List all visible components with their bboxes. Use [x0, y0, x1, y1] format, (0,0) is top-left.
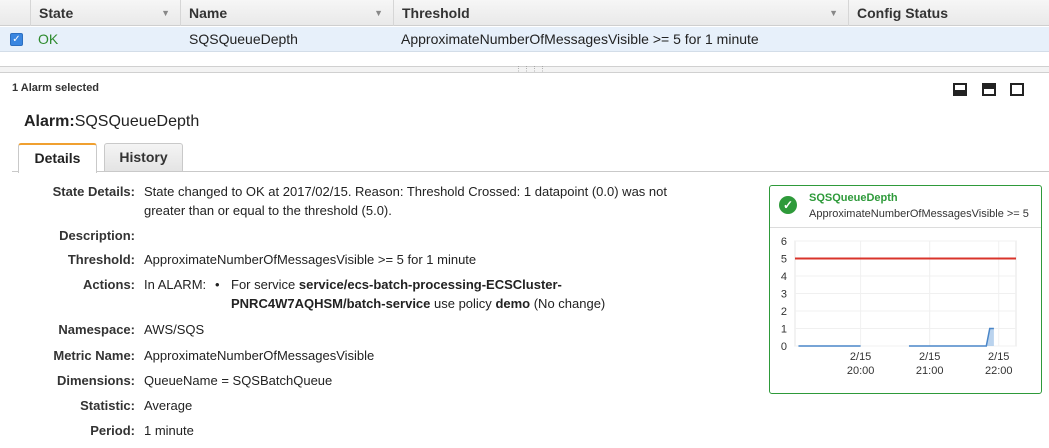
row-state: OK	[38, 31, 59, 47]
threshold-value: ApproximateNumberOfMessagesVisible >= 5 …	[144, 252, 477, 267]
dimensions-label: Dimensions:	[56, 373, 135, 388]
widget-title: SQSQueueDepth	[809, 192, 898, 204]
detail-toolbar: 1 Alarm selected	[0, 75, 1049, 101]
description-label: Description:	[59, 228, 135, 243]
column-header-label: Threshold	[402, 5, 470, 21]
column-header-label: Config Status	[857, 5, 948, 21]
column-header-label: Name	[189, 5, 228, 21]
column-header-label: State	[39, 5, 74, 21]
y-tick-label: 1	[781, 324, 787, 336]
series-line	[908, 327, 994, 347]
column-header-state[interactable]: State ▼	[30, 0, 180, 26]
sort-icon[interactable]: ▼	[829, 0, 838, 26]
alarm-chart: 0 1 2 3 4 5 6 2/15 20:00 2/15 21:00 2/15 22:00	[781, 236, 1017, 377]
sort-icon[interactable]: ▼	[374, 0, 383, 26]
metric-name-label: Metric Name:	[53, 348, 135, 363]
alarm-title-name: SQSQueueDepth	[74, 113, 200, 130]
series-area	[908, 328, 994, 346]
namespace-value: AWS/SQS	[144, 322, 205, 337]
threshold-label: Threshold:	[67, 252, 135, 267]
row-name: SQSQueueDepth	[189, 31, 298, 47]
actions-service-name-cont: PNRC4W7AQHSM/batch-service	[231, 296, 431, 311]
header-select-column	[0, 0, 30, 26]
metric-name-value: ApproximateNumberOfMessagesVisible	[144, 348, 375, 363]
row-checkbox[interactable]: ✓	[10, 33, 23, 46]
actions-in-alarm: In ALARM:	[144, 277, 207, 292]
actions-policy-suffix: (No change)	[530, 296, 606, 311]
alarm-table-header: State ▼ Name ▼ Threshold ▼ Config Status	[0, 0, 1049, 26]
y-tick-label: 0	[781, 341, 787, 353]
period-value: 1 minute	[144, 423, 194, 438]
alarm-title: Alarm:SQSQueueDepth	[24, 113, 199, 131]
namespace-label: Namespace:	[58, 322, 135, 337]
check-icon: ✓	[779, 196, 797, 214]
actions-line-2: PNRC4W7AQHSM/batch-service use policy de…	[231, 296, 605, 311]
column-header-threshold[interactable]: Threshold ▼	[393, 0, 848, 26]
layout-bottom-panel-icon[interactable]	[953, 83, 967, 96]
layout-maximize-icon[interactable]	[1010, 83, 1024, 96]
statistic-value: Average	[144, 398, 193, 413]
actions-policy-prefix: use policy	[430, 296, 496, 311]
drag-handle-icon[interactable]: ⋮⋮⋮⋮	[515, 66, 547, 73]
actions-label: Actions:	[83, 277, 135, 292]
layout-top-panel-icon[interactable]	[982, 83, 996, 96]
state-details-line-1: State changed to OK at 2017/02/15. Reaso…	[144, 184, 667, 199]
actions-line-1: For service service/ecs-batch-processing…	[231, 277, 562, 292]
state-details-line-2: greater than or equal to the threshold (…	[144, 203, 392, 218]
sort-icon[interactable]: ▼	[161, 0, 170, 26]
widget-subtitle: ApproximateNumberOfMessagesVisible >= 5	[809, 208, 1029, 220]
x-tick-time: 22:00	[985, 365, 1013, 377]
x-tick-date: 2/15	[850, 351, 871, 363]
y-tick-label: 6	[781, 236, 787, 248]
x-tick-date: 2/15	[988, 351, 1009, 363]
x-tick-date: 2/15	[919, 351, 940, 363]
y-tick-label: 5	[781, 254, 787, 266]
column-header-config-status[interactable]: Config Status	[848, 0, 1049, 26]
selection-count: 1 Alarm selected	[12, 82, 100, 94]
widget-header: ✓ SQSQueueDepth ApproximateNumberOfMessa…	[770, 186, 1041, 228]
table-row[interactable]: ✓ OK SQSQueueDepth ApproximateNumberOfMe…	[0, 27, 1049, 52]
panel-splitter[interactable]: ⋮⋮⋮⋮	[0, 66, 1049, 73]
statistic-label: Statistic:	[80, 398, 135, 413]
actions-bullet: •	[215, 277, 220, 292]
x-tick-time: 21:00	[916, 365, 944, 377]
row-threshold: ApproximateNumberOfMessagesVisible >= 5 …	[401, 31, 759, 47]
column-header-name[interactable]: Name ▼	[180, 0, 393, 26]
tab-divider	[12, 171, 1049, 172]
tab-history[interactable]: History	[104, 143, 183, 171]
tab-details[interactable]: Details	[18, 143, 97, 173]
alarm-title-prefix: Alarm:	[24, 113, 75, 130]
y-tick-label: 4	[781, 271, 787, 283]
state-details-label: State Details:	[52, 184, 135, 199]
y-tick-label: 3	[781, 289, 787, 301]
x-tick-time: 20:00	[847, 365, 875, 377]
y-tick-label: 2	[781, 306, 787, 318]
period-label: Period:	[90, 423, 135, 438]
dimensions-value: QueueName = SQSBatchQueue	[144, 373, 333, 388]
actions-service-name: service/ecs-batch-processing-ECSCluster-	[298, 277, 562, 292]
actions-policy-name: demo	[495, 296, 531, 311]
alarm-graph-widget[interactable]: ✓ SQSQueueDepth ApproximateNumberOfMessa…	[769, 185, 1042, 394]
actions-line-1-prefix: For service	[231, 277, 299, 292]
